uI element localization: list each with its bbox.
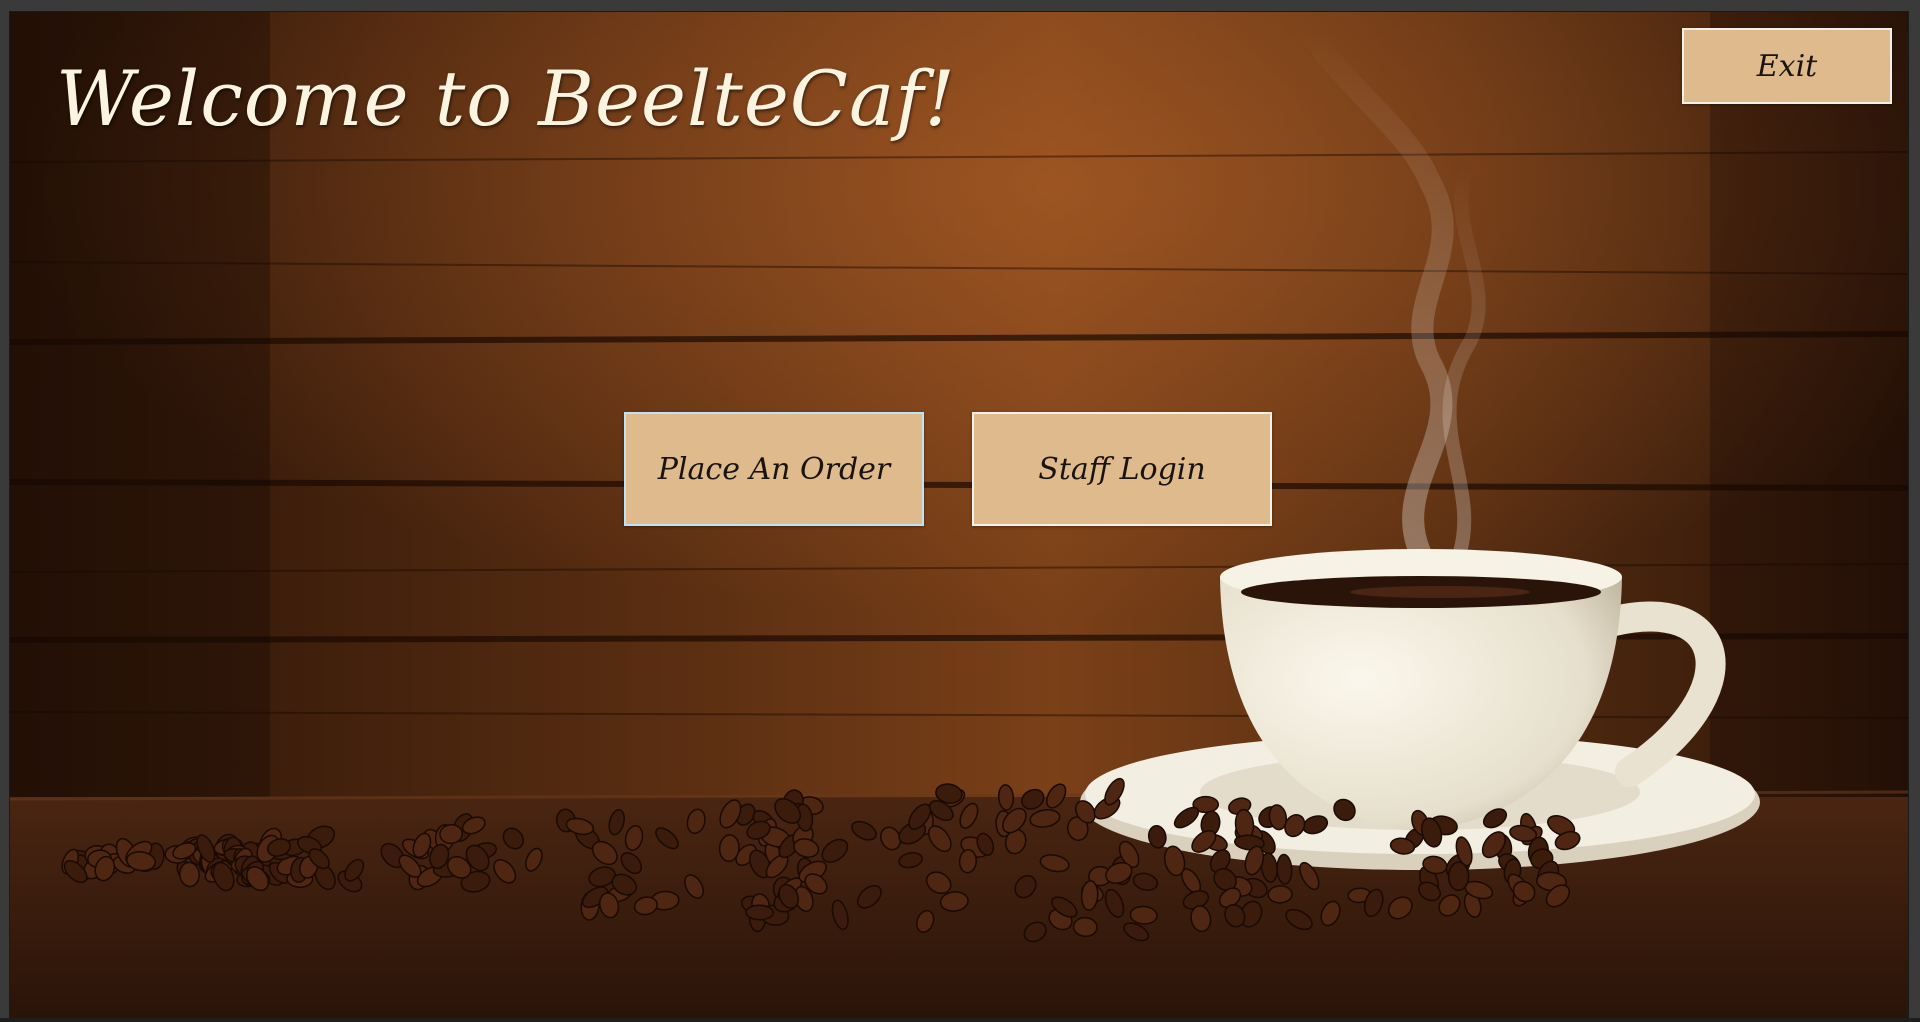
- taskbar-edge: [0, 1018, 1920, 1022]
- background-image: [10, 12, 1908, 1018]
- welcome-title: Welcome to BeelteCaf!: [56, 54, 956, 143]
- place-order-button[interactable]: Place An Order: [624, 412, 924, 526]
- staff-login-button[interactable]: Staff Login: [972, 412, 1272, 526]
- app-window: Welcome to BeelteCaf! Exit Place An Orde…: [10, 12, 1908, 1018]
- exit-button[interactable]: Exit: [1682, 28, 1892, 104]
